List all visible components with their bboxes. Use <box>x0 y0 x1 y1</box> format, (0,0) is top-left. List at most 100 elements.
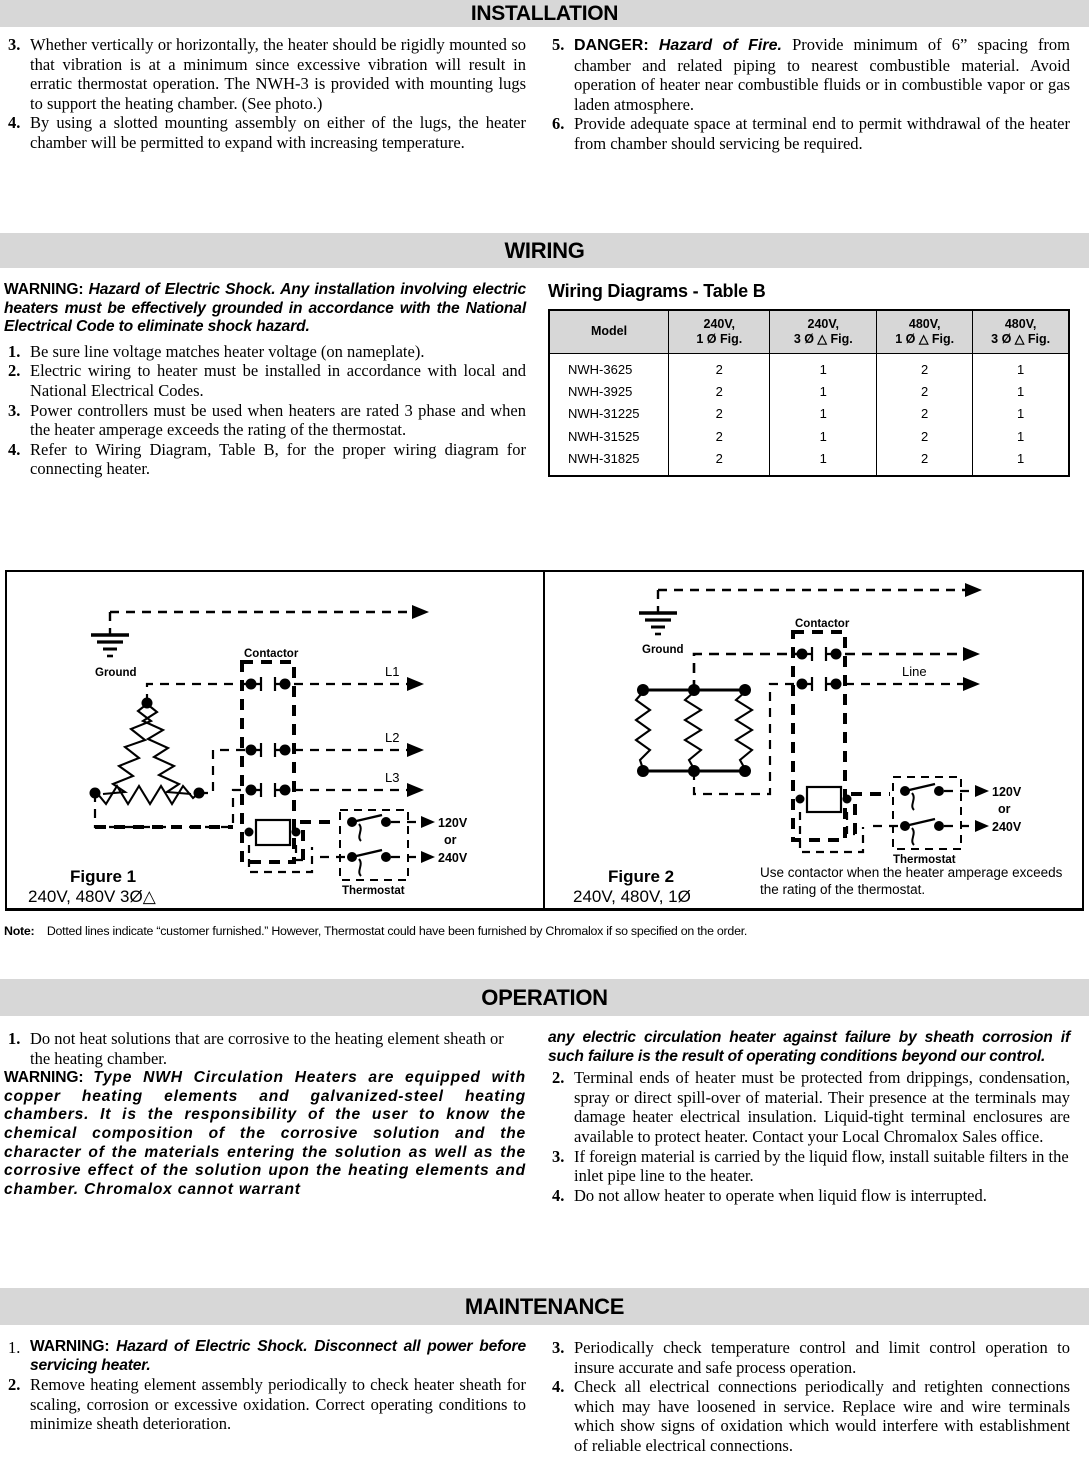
installation-left-list: 3. Whether vertically or horizontally, t… <box>4 35 526 153</box>
cell-480v-3ph: 1 <box>972 424 1069 448</box>
figure1-caption-sub: 240V, 480V 3Ø△ <box>28 887 157 906</box>
list-item: 3. Whether vertically or horizontally, t… <box>4 35 526 113</box>
section-header-wiring: WIRING <box>0 233 1089 268</box>
table-header-row: Model 240V, 1 Ø Fig. 240V, 3 Ø △ Fig. 48… <box>549 310 1069 354</box>
figure2-240v-label: 240V <box>992 820 1022 834</box>
document-page: INSTALLATION 3. Whether vertically or ho… <box>0 0 1089 1460</box>
list-item: 3. Power controllers must be used when h… <box>4 401 526 440</box>
figure2-or-label: or <box>998 802 1011 816</box>
cell-240v-3ph: 1 <box>769 353 878 381</box>
maintenance-right-list: 3. Periodically check temperature contro… <box>548 1338 1070 1456</box>
col-header-240v-1ph: 240V, 1 Ø Fig. <box>668 310 771 354</box>
maintenance-title: MAINTENANCE <box>464 1294 625 1319</box>
list-item: 1. WARNING: Hazard of Electric Shock. Di… <box>4 1338 526 1375</box>
col-header-480v-3ph: 480V, 3 Ø △ Fig. <box>972 310 1069 354</box>
item-number: 4. <box>552 1185 565 1205</box>
arrow-head <box>965 583 982 597</box>
item-text: WARNING: Hazard of Electric Shock. Disco… <box>30 1338 526 1375</box>
item-number: 5. <box>552 35 565 54</box>
figure2-caption-sub: 240V, 480V, 1Ø <box>573 887 691 906</box>
item-text: Whether vertically or horizontally, the … <box>30 35 526 113</box>
item-text: DANGER: Hazard of Fire. Provide minimum … <box>574 35 1070 114</box>
warning-label: WARNING: <box>4 1069 84 1087</box>
cell-240v-3ph: 1 <box>769 447 878 476</box>
table-row: NWH-31525 2 1 2 1 <box>549 424 1069 448</box>
item-number: 1. <box>8 1338 21 1357</box>
operation-body: 1. Do not heat solutions that are corros… <box>0 1029 1089 1205</box>
wiring-diagrams-panel: Ground Contactor Thermostat L1 L2 L3 120… <box>5 570 1084 911</box>
list-item: 4. By using a slotted mounting assembly … <box>4 113 526 152</box>
wiring-diagrams-table: Model 240V, 1 Ø Fig. 240V, 3 Ø △ Fig. 48… <box>548 309 1070 477</box>
operation-right-list: 2. Terminal ends of heater must be prote… <box>548 1068 1070 1205</box>
col-header-480v-1ph: 480V, 1 Ø △ Fig. <box>876 310 974 354</box>
header-line1: 240V, <box>703 317 736 331</box>
node-dot <box>739 684 751 696</box>
figure-2-schematic: Ground Contactor Thermostat Line 120V or… <box>573 583 1063 906</box>
cell-480v-1ph: 2 <box>876 402 974 425</box>
item-text: Be sure line voltage matches heater volt… <box>30 341 425 361</box>
item-number: 2. <box>8 1375 21 1395</box>
contactor-coil <box>254 818 292 847</box>
wiring-list: 1. Be sure line voltage matches heater v… <box>4 342 526 479</box>
header-line1: Model <box>590 324 628 339</box>
wiring-right-column: Wiring Diagrams - Table B Model 240V, 1 … <box>548 281 1070 479</box>
arrow-head <box>421 851 435 863</box>
item-number: 1. <box>8 341 21 361</box>
header-line1: 480V, <box>1004 317 1037 331</box>
table-body: NWH-3625 2 1 2 1 NWH-3925 2 1 2 1 NWH-31… <box>549 353 1069 476</box>
figure1-l3-label: L3 <box>385 770 399 785</box>
node-dot <box>637 684 649 696</box>
figure1-thermostat-label: Thermostat <box>342 885 405 897</box>
cell-480v-3ph: 1 <box>972 380 1069 403</box>
item-text: Terminal ends of heater must be protecte… <box>574 1068 1070 1146</box>
arrow-head <box>412 605 429 619</box>
cell-240v-3ph: 1 <box>769 424 878 448</box>
contactor-coil <box>805 785 843 814</box>
list-item: 3. Periodically check temperature contro… <box>548 1338 1070 1377</box>
table-row: NWH-3925 2 1 2 1 <box>549 380 1069 403</box>
item-text: Periodically check temperature control a… <box>574 1338 1070 1377</box>
figure1-or-label: or <box>444 833 457 847</box>
header-line2: 1 Ø Fig. <box>696 331 743 346</box>
warning-text: Type NWH Circulation Heaters are equippe… <box>4 1069 526 1198</box>
arrow-head <box>975 785 989 797</box>
header-line2: 1 Ø △ Fig. <box>895 331 955 346</box>
item-number: 3. <box>8 400 21 420</box>
thermostat-switch-bottom <box>900 817 944 846</box>
note-text: Dotted lines indicate “customer furnishe… <box>46 924 748 938</box>
installation-right-column: 5. DANGER: Hazard of Fire. Provide minim… <box>548 35 1070 154</box>
cell-480v-3ph: 1 <box>972 402 1069 425</box>
figure2-contactor-note: Use contactor when the heater amperage e… <box>760 865 1063 897</box>
operation-left-column: 1. Do not heat solutions that are corros… <box>4 1029 526 1205</box>
warning-label: WARNING: <box>4 281 84 298</box>
list-item: 1. Be sure line voltage matches heater v… <box>4 342 526 362</box>
cell-240v-1ph: 2 <box>668 402 771 425</box>
figure1-240v-label: 240V <box>438 851 468 865</box>
operation-left-list: 1. Do not heat solutions that are corros… <box>4 1029 526 1068</box>
operation-warning-right: any electric circulation heater against … <box>548 1029 1070 1066</box>
item-number: 4. <box>8 439 21 459</box>
warning-text: Hazard of Electric Shock. Any installati… <box>4 281 526 336</box>
table-row: NWH-3625 2 1 2 1 <box>549 353 1069 381</box>
section-header-maintenance: MAINTENANCE <box>0 1288 1089 1325</box>
cell-480v-3ph: 1 <box>972 353 1069 381</box>
item-text: Remove heating element assembly periodic… <box>30 1375 526 1434</box>
cell-240v-1ph: 2 <box>668 380 771 403</box>
delta-element <box>96 703 200 807</box>
cell-480v-1ph: 2 <box>876 424 974 448</box>
list-item: 5. DANGER: Hazard of Fire. Provide minim… <box>548 35 1070 114</box>
table-row: NWH-31225 2 1 2 1 <box>549 402 1069 425</box>
figure1-120v-label: 120V <box>438 816 468 830</box>
item-number: 4. <box>552 1377 565 1397</box>
installation-left-column: 3. Whether vertically or horizontally, t… <box>4 35 526 154</box>
operation-title: OPERATION <box>481 985 608 1010</box>
figure-1-schematic: Ground Contactor Thermostat L1 L2 L3 120… <box>28 605 468 906</box>
arrow-head <box>975 820 989 832</box>
arrow-head <box>963 647 980 661</box>
header-line2: 3 Ø △ Fig. <box>793 331 853 346</box>
figure1-contactor-label: Contactor <box>244 648 299 660</box>
wiring-body: WARNING: Hazard of Electric Shock. Any i… <box>0 281 1089 479</box>
header-line1: 480V, <box>908 317 941 331</box>
contactor-poles <box>245 677 291 797</box>
installation-body: 3. Whether vertically or horizontally, t… <box>0 35 1089 154</box>
